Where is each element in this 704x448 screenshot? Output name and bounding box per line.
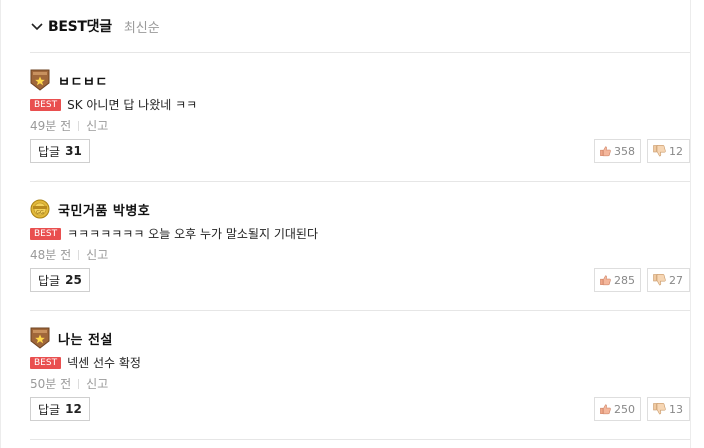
comment-author: GG 국민거품 박병호 (30, 198, 150, 220)
report-link[interactable]: 신고 (86, 375, 108, 392)
reply-count: 25 (65, 273, 82, 287)
thumbs-down-icon (653, 403, 666, 415)
gold-round-badge-icon: GG (30, 199, 50, 219)
comment-author: ㅂㄷㅂㄷ (30, 69, 108, 91)
thumbs-up-icon (600, 146, 611, 157)
reply-button[interactable]: 답글 12 (30, 397, 90, 421)
reply-label: 답글 (38, 144, 61, 159)
comment-text: ㅋㅋㅋㅋㅋㅋㅋ 오늘 오후 누가 말소될지 기대된다 (67, 227, 318, 241)
reply-label: 답글 (38, 273, 61, 288)
section-title[interactable]: BEST댓글 (48, 16, 112, 36)
vote-buttons: 250 13 (594, 397, 690, 421)
comment-body: BEST SK 아니면 답 나왔네 ㅋㅋ (30, 96, 197, 113)
like-button[interactable]: 250 (594, 397, 641, 421)
comment-item: GG 국민거품 박병호 BEST ㅋㅋㅋㅋㅋㅋㅋ 오늘 오후 누가 말소될지 기… (30, 182, 690, 311)
dislike-button[interactable]: 12 (647, 139, 690, 163)
comment-item: 나는 전설 BEST 넥센 선수 확정 50분 전 신고 답글 12 250 1… (30, 311, 690, 440)
best-badge: BEST (30, 356, 62, 369)
bronze-star-badge-icon (30, 69, 50, 91)
comment-meta: 50분 전 신고 (30, 375, 108, 392)
meta-divider (78, 378, 80, 389)
report-link[interactable]: 신고 (86, 117, 108, 134)
comment-time: 50분 전 (30, 377, 72, 391)
thumbs-up-icon (600, 404, 611, 415)
meta-divider (78, 249, 80, 260)
comment-time: 49분 전 (30, 119, 72, 133)
section-header: BEST댓글 최신순 (30, 0, 690, 53)
dislike-count: 13 (669, 402, 683, 416)
dislike-button[interactable]: 27 (647, 268, 690, 292)
dislike-count: 27 (669, 273, 683, 287)
like-count: 358 (614, 144, 635, 158)
dislike-button[interactable]: 13 (647, 397, 690, 421)
thumbs-down-icon (653, 145, 666, 157)
comment-meta: 48분 전 신고 (30, 246, 108, 263)
comment-text: 넥센 선수 확정 (67, 356, 141, 370)
meta-divider (78, 120, 80, 131)
author-nickname[interactable]: ㅂㄷㅂㄷ (58, 71, 108, 90)
comment-time: 48분 전 (30, 248, 72, 262)
bronze-star-badge-icon (30, 327, 50, 349)
comment-meta: 49분 전 신고 (30, 117, 108, 134)
comment-text: SK 아니면 답 나왔네 ㅋㅋ (67, 98, 198, 112)
thumbs-down-icon (653, 274, 666, 286)
reply-button[interactable]: 답글 31 (30, 139, 90, 163)
thumbs-up-icon (600, 275, 611, 286)
like-count: 250 (614, 402, 635, 416)
like-button[interactable]: 285 (594, 268, 641, 292)
frame-divider-right (690, 0, 691, 448)
author-nickname[interactable]: 나는 전설 (58, 329, 113, 348)
comment-body: BEST 넥센 선수 확정 (30, 354, 141, 371)
vote-buttons: 285 27 (594, 268, 690, 292)
author-nickname[interactable]: 국민거품 박병호 (58, 200, 150, 219)
best-badge: BEST (30, 98, 62, 111)
like-button[interactable]: 358 (594, 139, 641, 163)
reply-label: 답글 (38, 402, 61, 417)
best-badge: BEST (30, 227, 62, 240)
svg-text:GG: GG (36, 210, 44, 216)
chevron-down-icon[interactable] (30, 19, 44, 33)
reply-button[interactable]: 답글 25 (30, 268, 90, 292)
comment-author: 나는 전설 (30, 327, 113, 349)
reply-count: 12 (65, 402, 82, 416)
like-count: 285 (614, 273, 635, 287)
sort-latest-tab[interactable]: 최신순 (124, 17, 160, 36)
best-comments-section: BEST댓글 최신순 ㅂㄷㅂㄷ BEST SK 아니면 답 나왔네 ㅋㅋ 49분… (30, 0, 690, 440)
comment-item: ㅂㄷㅂㄷ BEST SK 아니면 답 나왔네 ㅋㅋ 49분 전 신고 답글 31… (30, 53, 690, 182)
vote-buttons: 358 12 (594, 139, 690, 163)
reply-count: 31 (65, 144, 82, 158)
comment-body: BEST ㅋㅋㅋㅋㅋㅋㅋ 오늘 오후 누가 말소될지 기대된다 (30, 225, 318, 242)
report-link[interactable]: 신고 (86, 246, 108, 263)
frame-divider-left (0, 0, 1, 448)
dislike-count: 12 (669, 144, 683, 158)
